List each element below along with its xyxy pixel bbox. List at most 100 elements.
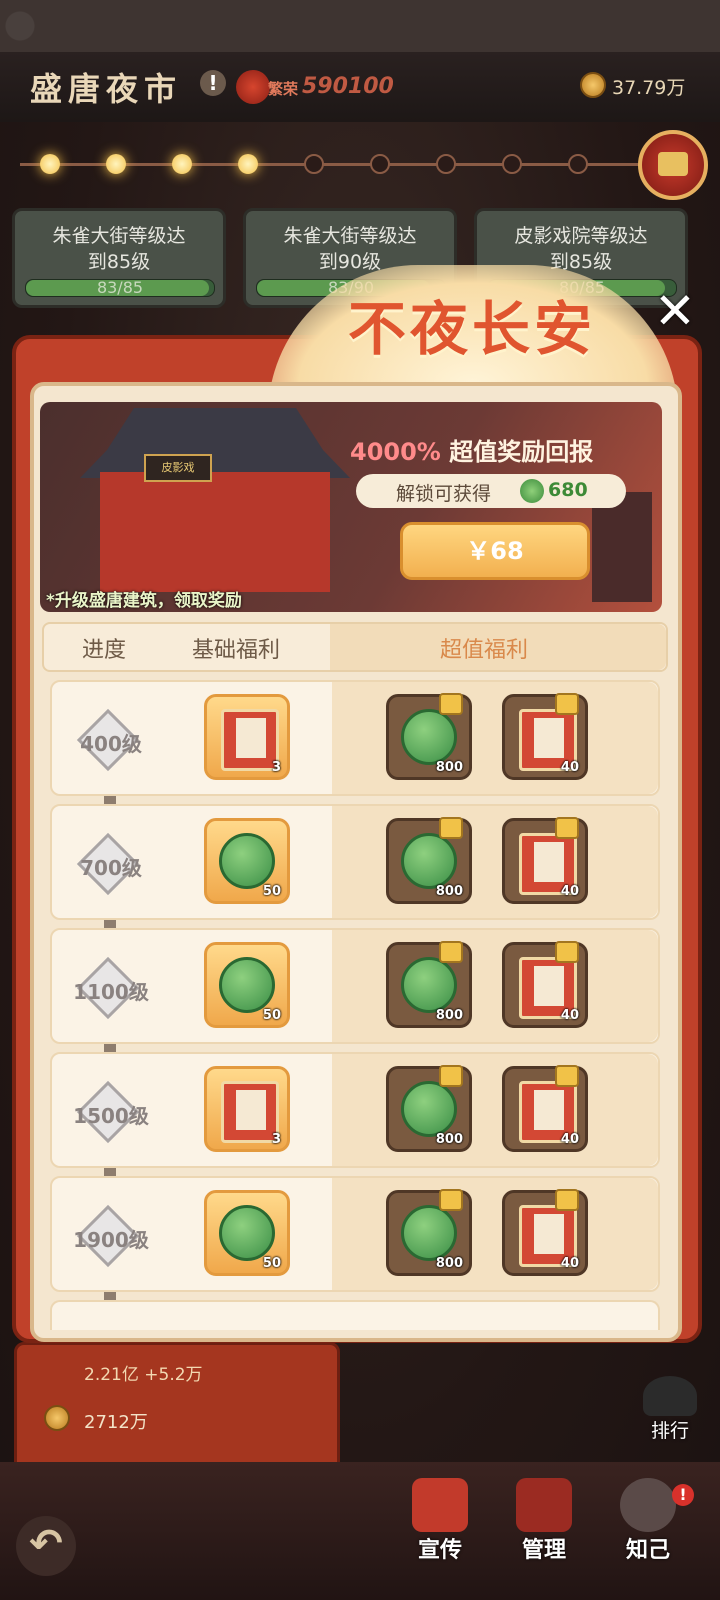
reward-count: 800 [435,1132,463,1147]
building-icon [516,1478,572,1532]
premium-reward-item[interactable]: 800 [386,941,472,1028]
progress-bead [40,154,60,174]
progress-bead [238,154,258,174]
task-card[interactable]: 朱雀大街等级达 到85级 83/85 [12,208,226,308]
reward-count: 50 [262,1256,281,1271]
reward-count: 40 [560,884,579,899]
jade-icon [401,957,457,1013]
progress-bead [436,154,456,174]
basic-reward-item[interactable]: 50 [204,942,290,1028]
task-target: 到85级 [87,251,151,273]
coin-icon [580,72,606,98]
basic-reward-item[interactable]: 50 [204,1190,290,1276]
premium-reward-item[interactable]: 40 [502,817,588,904]
page-title: 盛唐夜市 [30,70,183,108]
lock-icon [555,817,579,839]
reward-count: 3 [271,760,281,775]
jade-icon [520,479,544,503]
premium-column-label: 超值福利 [440,638,529,663]
premium-cell-bg [332,1054,658,1166]
premium-cell-bg [332,1178,658,1290]
level-marker: 1500级 [73,1080,149,1144]
jade-icon [401,1081,457,1137]
rank-button[interactable]: 排行 [620,1376,720,1443]
progress-bead [106,154,126,174]
premium-reward-item[interactable]: 40 [502,941,588,1028]
close-button[interactable]: ✕ [650,286,700,336]
card-icon [412,1478,468,1532]
upgrade-tip: *升级盛唐建筑，领取奖励 [46,591,242,611]
promote-label: 宣传 [417,1538,462,1563]
treasure-chest-icon[interactable] [638,130,708,200]
reward-count: 50 [262,1008,281,1023]
card-icon [221,709,279,771]
jade-icon [219,1205,275,1261]
table-row: 1500级 3 800 40 [50,1052,660,1168]
premium-cell-bg [332,682,658,794]
premium-reward-item[interactable]: 40 [502,1189,588,1276]
total-coins-stat: 2712万 [84,1412,148,1433]
reward-count: 800 [435,760,463,775]
reward-count: 40 [560,1132,579,1147]
level-marker: 1900级 [73,1204,149,1268]
premium-reward-item[interactable]: 40 [502,693,588,780]
task-title: 皮影戏院等级达 [514,225,648,247]
premium-reward-item[interactable]: 40 [502,1065,588,1152]
progress-column-label: 进度 [82,638,127,663]
roof-illustration [80,408,350,478]
reward-count: 800 [435,884,463,899]
info-icon[interactable]: ! [200,70,226,96]
task-progress-text: 83/85 [96,278,144,297]
coin-count: 37.79万 [612,77,686,99]
premium-reward-item[interactable]: 800 [386,693,472,780]
lock-icon [439,1189,463,1211]
task-title: 朱雀大街等级达 [283,225,417,247]
basic-reward-item[interactable]: 50 [204,818,290,904]
reward-count: 800 [435,1008,463,1023]
table-row [50,1300,660,1330]
unlock-reward-pill: 解锁可获得 680 [356,474,626,508]
reward-column-header: 进度 基础福利 超值福利 [42,622,668,672]
lock-icon [555,1065,579,1087]
table-row: 1100级 50 800 40 [50,928,660,1044]
basic-reward-item[interactable]: 3 [204,694,290,780]
lock-icon [555,941,579,963]
rank-label: 排行 [650,1420,689,1442]
status-bar [0,0,720,52]
reward-count: 50 [262,884,281,899]
rank-icon [643,1376,697,1416]
task-title: 朱雀大街等级达 [52,225,186,247]
level-marker: 1100级 [73,956,149,1020]
back-button[interactable]: ↶ [16,1516,76,1576]
table-row: 1900级 50 800 40 [50,1176,660,1292]
premium-cell-bg [332,930,658,1042]
lock-icon [439,817,463,839]
prosperity-value: 590100 [302,74,394,99]
progress-bead [502,154,522,174]
level-marker: 700级 [76,832,142,896]
progress-bead [370,154,390,174]
premium-reward-item[interactable]: 800 [386,1189,472,1276]
jade-icon [401,833,457,889]
premium-reward-item[interactable]: 800 [386,817,472,904]
level-label: 400级 [80,732,142,756]
reward-count: 40 [560,1008,579,1023]
progress-bead [172,154,192,174]
friend-label: 知己 [625,1538,670,1563]
card-icon [221,1081,279,1143]
purchase-button[interactable]: ￥68 [400,522,590,580]
reward-count: 40 [560,760,579,775]
manage-button[interactable]: 管理 [504,1478,584,1564]
jade-icon [219,957,275,1013]
level-label: 1500级 [73,1104,149,1128]
basic-reward-item[interactable]: 3 [204,1066,290,1152]
promote-button[interactable]: 宣传 [400,1478,480,1564]
progress-bead [568,154,588,174]
avatar [620,1478,676,1532]
level-label: 1100级 [73,980,149,1004]
table-row: 700级 50 800 40 [50,804,660,920]
alert-badge: ! [672,1484,694,1506]
pagoda-illustration [592,492,652,602]
promo-text: 超值奖励回报 [449,438,594,466]
premium-reward-item[interactable]: 800 [386,1065,472,1152]
